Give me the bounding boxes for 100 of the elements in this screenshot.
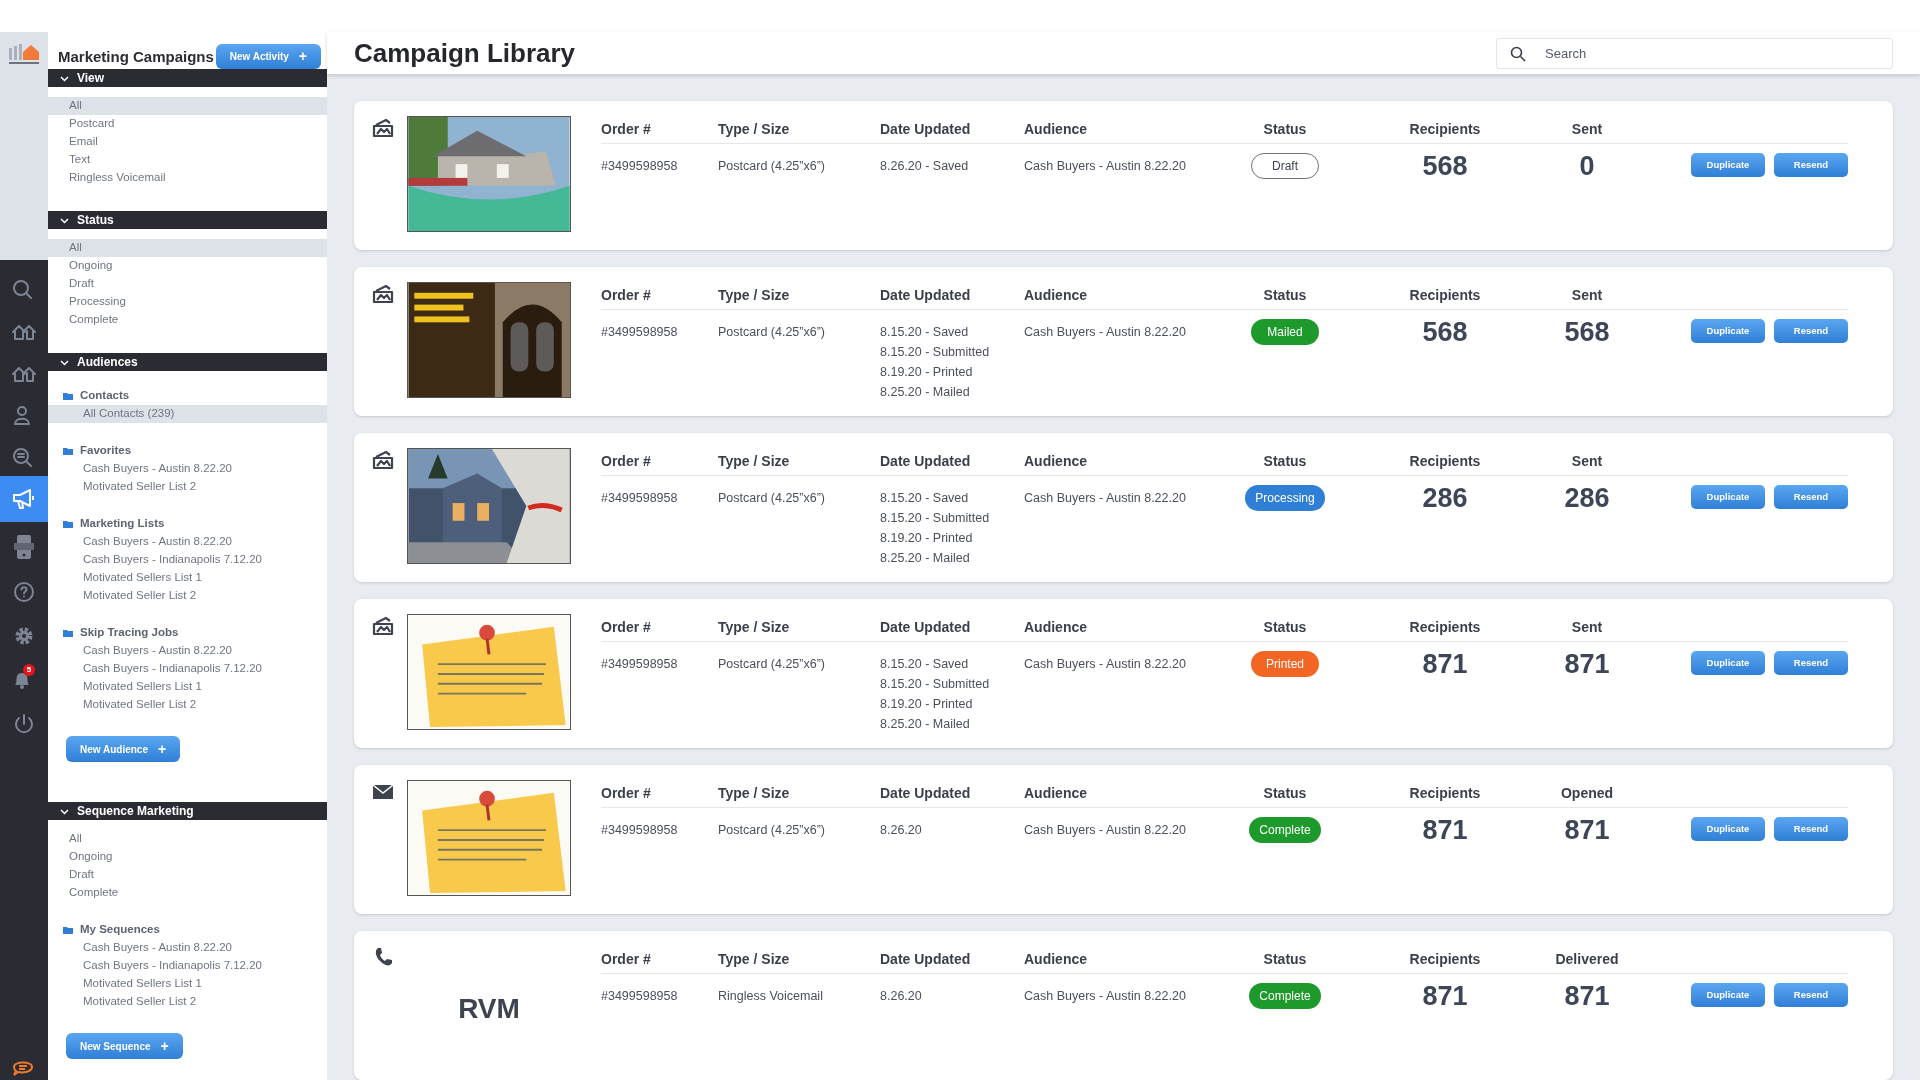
sidebar-item[interactable]: Draft [48,275,327,293]
resend-button[interactable]: Resend [1774,485,1848,509]
order-number: #3499598958 [601,656,679,673]
column-header: Order # [601,120,652,139]
new-audience-button[interactable]: New Audience + [66,736,181,762]
column-header: Date Updated [880,950,972,969]
audience-name: Cash Buyers - Austin 8.22.20 [1024,822,1187,839]
column-header: Date Updated [880,452,972,471]
new-sequence-button[interactable]: New Sequence + [66,1033,183,1059]
folder-icon [63,925,74,935]
sidebar-item[interactable]: Ringless Voicemail [48,169,327,187]
sidebar-item[interactable]: All Contacts (239) [48,405,327,423]
folder-title[interactable]: Skip Tracing Jobs [80,624,179,642]
folder-title[interactable]: Favorites [80,442,132,460]
column-header: Order # [601,784,652,803]
date-entry: 8.25.20 - Mailed [880,384,971,401]
sidebar-item[interactable]: Cash Buyers - Austin 8.22.20 [48,642,327,660]
beta-device-icon[interactable] [13,534,35,560]
sidebar-item[interactable]: Cash Buyers - Austin 8.22.20 [48,460,327,478]
status-badge: Complete [1249,983,1321,1009]
sidebar-item[interactable]: Ongoing [48,848,327,866]
resend-button[interactable]: Resend [1774,817,1848,841]
sidebar-item[interactable]: Motivated Sellers List 1 [48,569,327,587]
recipients-count: 871 [1421,654,1469,674]
status-badge: Mailed [1251,319,1319,345]
folder-icon [63,391,74,401]
folder-title[interactable]: Marketing Lists [80,515,165,533]
duplicate-button[interactable]: Duplicate [1691,651,1765,675]
section-header[interactable]: Audiences [48,353,327,371]
type-size: Postcard (4.25”x6”) [718,822,826,839]
sidebar-item[interactable]: Cash Buyers - Austin 8.22.20 [48,533,327,551]
duplicate-button[interactable]: Duplicate [1691,319,1765,343]
date-entry: 8.15.20 - Submitted [880,510,991,527]
resend-button[interactable]: Resend [1774,319,1848,343]
duplicate-button[interactable]: Duplicate [1691,153,1765,177]
column-header: Delivered [1554,950,1620,969]
column-header: Date Updated [880,618,972,637]
date-entry: 8.15.20 - Saved [880,324,970,341]
notification-badge: 5 [23,664,35,676]
new-activity-button[interactable]: New Activity + [215,44,321,69]
column-header: Type / Size [718,784,791,803]
recipients-count: 871 [1421,986,1469,1006]
duplicate-button[interactable]: Duplicate [1691,983,1765,1007]
sidebar-item[interactable]: Text [48,151,327,169]
sidebar-item[interactable]: Motivated Sellers List 1 [48,975,327,993]
sent-count: 0 [1578,156,1596,176]
duplicate-button[interactable]: Duplicate [1691,485,1765,509]
sidebar-item[interactable]: Complete [48,884,327,902]
sidebar-item[interactable]: Cash Buyers - Austin 8.22.20 [48,939,327,957]
folder-icon [63,628,74,638]
order-number: #3499598958 [601,822,679,839]
sidebar-item[interactable]: Ongoing [48,257,327,275]
sidebar-item[interactable]: Postcard [48,115,327,133]
recipients-count: 286 [1421,488,1469,508]
recipients-count: 568 [1421,156,1469,176]
date-entry: 8.25.20 - Mailed [880,550,971,567]
sidebar-item[interactable]: Cash Buyers - Indianapolis 7.12.20 [48,551,327,569]
sidebar-item[interactable]: Motivated Seller List 2 [48,993,327,1011]
column-header: Recipients [1408,784,1482,803]
megaphone-icon[interactable] [0,476,48,522]
folder-title[interactable]: My Sequences [80,921,160,939]
sidebar-item[interactable]: All [48,97,327,115]
sidebar-item[interactable]: Motivated Seller List 2 [48,587,327,605]
resend-button[interactable]: Resend [1774,153,1848,177]
date-entry: 8.26.20 - Saved [880,158,970,175]
audience-name: Cash Buyers - Austin 8.22.20 [1024,656,1187,673]
section-header[interactable]: Sequence Marketing [48,802,327,820]
sidebar-item[interactable]: Motivated Seller List 2 [48,696,327,714]
folder-title[interactable]: Contacts [80,387,130,405]
duplicate-button[interactable]: Duplicate [1691,817,1765,841]
column-header: Type / Size [718,452,791,471]
sent-count: 871 [1563,820,1611,840]
status-badge: Complete [1249,817,1321,843]
power-icon[interactable] [12,712,36,736]
resend-button[interactable]: Resend [1774,983,1848,1007]
audience-name: Cash Buyers - Austin 8.22.20 [1024,988,1187,1005]
audience-name: Cash Buyers - Austin 8.22.20 [1024,324,1187,341]
sidebar-item[interactable]: Motivated Sellers List 1 [48,678,327,696]
help-icon[interactable] [12,580,36,604]
sidebar-item[interactable]: All [48,239,327,257]
type-size: Postcard (4.25”x6”) [718,490,826,507]
sidebar-item[interactable]: Draft [48,866,327,884]
section-header[interactable]: View [48,69,327,87]
resend-button[interactable]: Resend [1774,651,1848,675]
status-badge: Processing [1245,485,1325,511]
column-header: Status [1262,120,1308,139]
sidebar-item[interactable]: Complete [48,311,327,329]
column-header: Recipients [1408,452,1482,471]
column-header: Sent [1570,120,1604,139]
sidebar-item[interactable]: Cash Buyers - Indianapolis 7.12.20 [48,660,327,678]
sidebar-item[interactable]: Motivated Seller List 2 [48,478,327,496]
search-field[interactable]: Search [1496,37,1893,69]
sidebar-item[interactable]: Processing [48,293,327,311]
sidebar-item[interactable]: All [48,830,327,848]
sidebar-item[interactable]: Email [48,133,327,151]
column-header: Recipients [1408,120,1482,139]
column-header: Audience [1024,452,1088,471]
sidebar-item[interactable]: Cash Buyers - Indianapolis 7.12.20 [48,957,327,975]
audience-name: Cash Buyers - Austin 8.22.20 [1024,158,1187,175]
section-header[interactable]: Status [48,211,327,229]
